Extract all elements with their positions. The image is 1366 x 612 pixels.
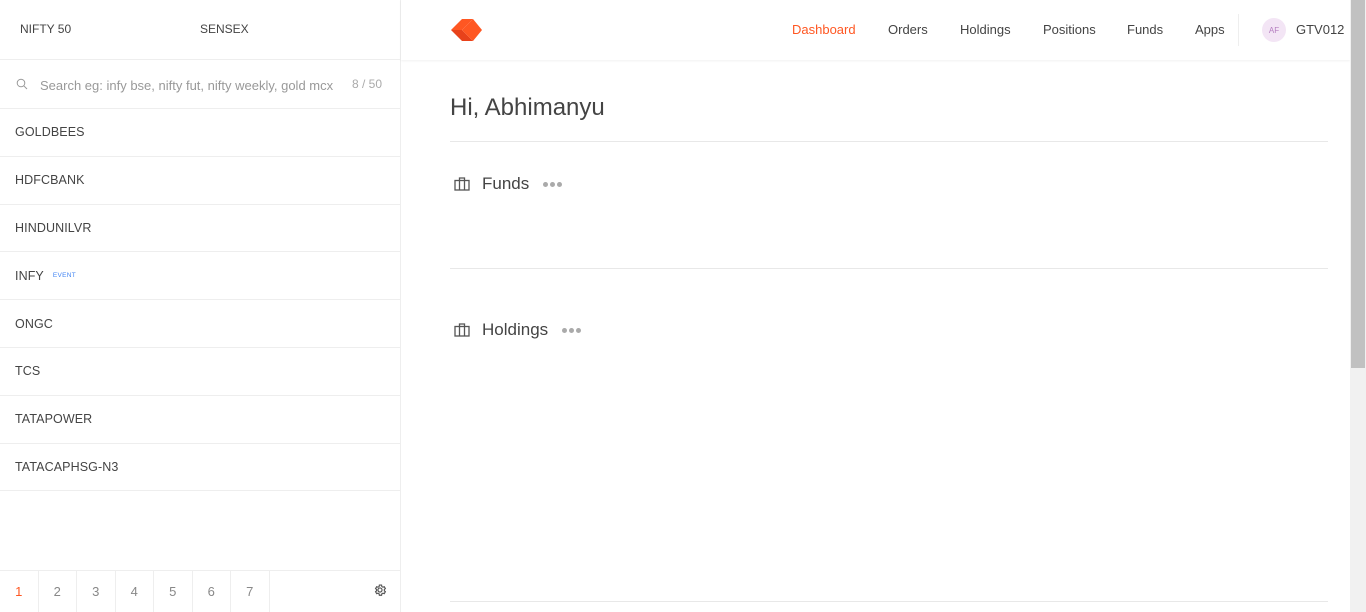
watchlist-item-infy[interactable]: INFY EVENT: [0, 252, 400, 301]
nav-positions[interactable]: Positions: [1043, 22, 1096, 37]
instrument-symbol: ONGC: [15, 316, 53, 331]
watchlist-item-goldbees[interactable]: GOLDBEES: [0, 109, 400, 157]
instrument-symbol: TCS: [15, 364, 41, 379]
search-input[interactable]: [40, 74, 348, 96]
instrument-symbol: INFY: [15, 268, 44, 283]
instrument-symbol: HINDUNILVR: [15, 220, 92, 235]
nav-orders[interactable]: Orders: [888, 22, 928, 37]
briefcase-icon: [454, 323, 470, 337]
watchlist-count: 8 / 50: [352, 77, 383, 91]
funds-section-header: Funds: [450, 174, 563, 194]
event-badge: EVENT: [52, 272, 77, 280]
divider: [450, 141, 1328, 142]
section-title-holdings: Holdings: [482, 320, 549, 339]
loading-dots-icon: [562, 327, 582, 333]
watchlist-page-3[interactable]: 3: [77, 571, 116, 612]
watchlist-search-bar: 8 / 50: [0, 60, 400, 109]
watchlist-page-1[interactable]: 1: [0, 571, 39, 612]
scrollbar-thumb[interactable]: [1351, 0, 1365, 368]
watchlist-page-5[interactable]: 5: [154, 571, 193, 612]
holdings-section-header: Holdings: [450, 320, 582, 340]
watchlist-page-2[interactable]: 2: [39, 571, 77, 612]
watchlist-page-6[interactable]: 6: [193, 571, 231, 612]
instrument-symbol: HDFCBANK: [15, 173, 85, 188]
avatar[interactable]: AF: [1262, 18, 1286, 42]
nav-holdings[interactable]: Holdings: [960, 22, 1011, 37]
index-sensex[interactable]: SENSEX: [200, 22, 249, 36]
nav-funds[interactable]: Funds: [1127, 22, 1163, 37]
watchlist-item-tatacaphsg-n3[interactable]: TATACAPHSG-N3: [0, 444, 400, 492]
watchlist-item-tatapower[interactable]: TATAPOWER: [0, 396, 400, 444]
loading-dots-icon: [543, 181, 563, 187]
divider: [450, 601, 1328, 602]
divider: [450, 268, 1328, 269]
instrument-symbol: TATAPOWER: [15, 412, 93, 427]
user-id[interactable]: GTV012: [1296, 22, 1344, 37]
watchlist-page-4[interactable]: 4: [116, 571, 154, 612]
gear-icon[interactable]: [373, 583, 387, 597]
watchlist-item-tcs[interactable]: TCS: [0, 348, 400, 396]
section-title-funds: Funds: [482, 174, 530, 193]
kite-logo[interactable]: [451, 19, 482, 41]
watchlist-item-ongc[interactable]: ONGC: [0, 300, 400, 348]
index-nifty-50[interactable]: NIFTY 50: [20, 22, 71, 36]
nav-dashboard[interactable]: Dashboard: [792, 22, 856, 37]
watchlist-pager: 1 2 3 4 5 6 7: [0, 570, 400, 612]
instrument-symbol: TATACAPHSG-N3: [15, 459, 119, 474]
search-icon: [16, 78, 28, 90]
watchlist: GOLDBEES HDFCBANK HINDUNILVR INFY EVENT …: [0, 109, 400, 492]
briefcase-icon: [454, 177, 470, 191]
nav-divider: [1238, 14, 1239, 46]
watchlist-item-hdfcbank[interactable]: HDFCBANK: [0, 157, 400, 205]
watchlist-item-hindunilvr[interactable]: HINDUNILVR: [0, 205, 400, 253]
market-indices-bar: NIFTY 50 SENSEX: [0, 0, 400, 60]
greeting: Hi, Abhimanyu: [450, 94, 605, 121]
watchlist-sidebar: NIFTY 50 SENSEX 8 / 50 GOLDBEES HDFCBANK…: [0, 0, 401, 612]
nav-apps[interactable]: Apps: [1195, 22, 1225, 37]
top-header: Dashboard Orders Holdings Positions Fund…: [401, 0, 1350, 60]
instrument-symbol: GOLDBEES: [15, 125, 85, 140]
watchlist-page-7[interactable]: 7: [231, 571, 270, 612]
